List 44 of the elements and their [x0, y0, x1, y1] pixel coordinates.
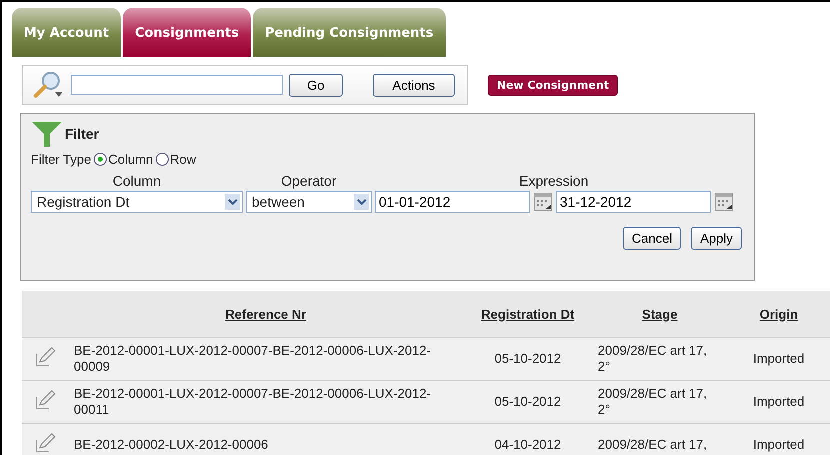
radio-option[interactable]: Column	[94, 152, 154, 167]
search-icon[interactable]	[31, 70, 65, 100]
caret-icon	[356, 198, 366, 206]
filter-type-label: Filter Type	[31, 152, 92, 167]
table-cell: 05-10-2012	[462, 338, 594, 380]
column-header[interactable]: Stage	[642, 306, 678, 322]
caret-icon	[228, 198, 238, 206]
table-cell: 05-10-2012	[462, 380, 594, 424]
expression-label: Expression	[519, 173, 589, 189]
table-cell: BE-2012-00001-LUX-2012-00007-BE-2012-00006-LUX-2012-00011	[70, 380, 462, 424]
column-label: Column	[112, 173, 162, 189]
table-cell: BE-2012-00002-LUX-2012-00006	[70, 424, 462, 455]
table-cell: 2009/28/EC art 17, 2°	[594, 380, 726, 424]
column-header[interactable]: Reference Nr	[226, 306, 306, 322]
table-cell: 04-10-2012	[462, 424, 594, 455]
apply-button[interactable]: Apply	[691, 227, 742, 250]
edit-icon[interactable]	[36, 433, 56, 453]
filter-title: Filter	[65, 126, 100, 142]
column-select[interactable]: Registration Dt	[31, 191, 243, 213]
tab[interactable]: Pending Consignments	[253, 8, 446, 57]
radio-option[interactable]: Row	[156, 152, 196, 167]
edit-icon[interactable]	[36, 390, 56, 410]
table-cell: Imported	[726, 380, 830, 424]
tab[interactable]: My Account	[12, 8, 122, 57]
calendar-icon[interactable]	[715, 193, 733, 211]
table-cell: BE-2012-00001-LUX-2012-00007-BE-2012-00006-LUX-2012-00009	[70, 338, 462, 380]
column-header[interactable]: Origin	[760, 306, 798, 322]
tab[interactable]: Consignments	[123, 8, 252, 57]
edit-icon[interactable]	[36, 347, 56, 367]
calendar-icon[interactable]	[534, 193, 552, 211]
search-field[interactable]	[71, 75, 283, 95]
table-cell: Imported	[726, 424, 830, 455]
actions-button[interactable]: Actions	[373, 74, 455, 96]
operator-label: Operator	[281, 173, 337, 189]
date-field[interactable]: 31-12-2012	[556, 191, 711, 213]
funnel-icon	[31, 120, 63, 148]
operator-select[interactable]: between	[246, 191, 372, 213]
cancel-button[interactable]: Cancel	[623, 227, 682, 250]
go-button[interactable]: Go	[289, 74, 343, 96]
table-cell: Imported	[726, 338, 830, 380]
date-field[interactable]: 01-01-2012	[375, 191, 530, 213]
table-cell: 2009/28/EC art 17,	[594, 424, 726, 455]
table-cell: 2009/28/EC art 17, 2°	[594, 338, 726, 380]
new-consignment-button[interactable]: New Consignment	[488, 74, 618, 96]
